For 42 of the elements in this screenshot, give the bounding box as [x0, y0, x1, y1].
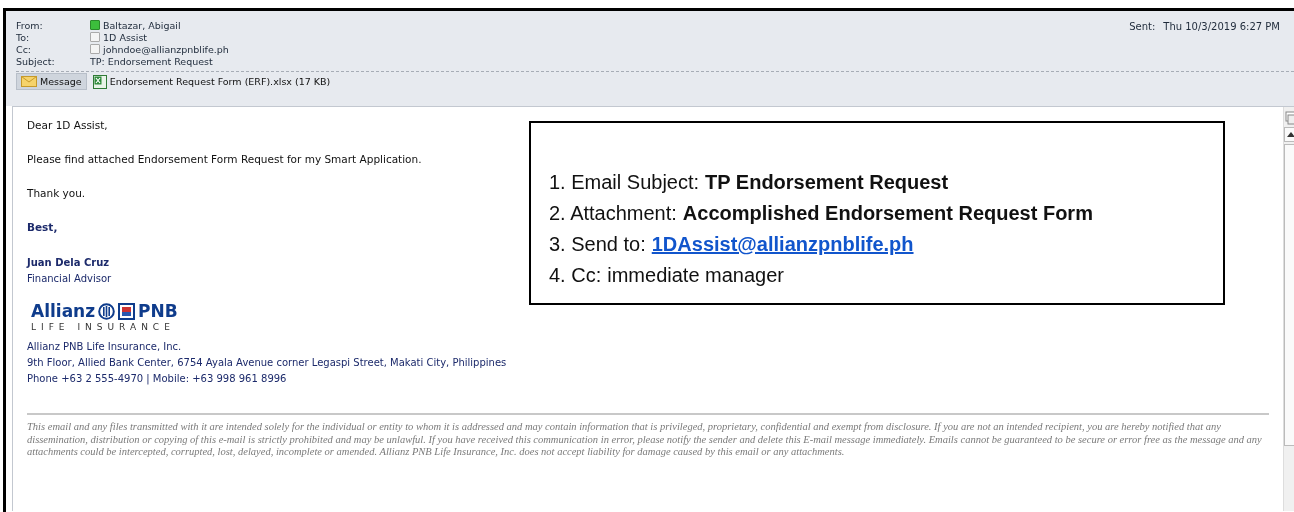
scrollbar[interactable] — [1283, 107, 1294, 511]
spreadsheet-icon — [92, 74, 107, 89]
instruction-value: Accomplished Endorsement Request Form — [682, 201, 1093, 226]
signature-name: Juan Dela Cruz — [27, 256, 110, 270]
instruction-value: immediate manager — [607, 263, 784, 288]
logo-text: PNB — [138, 301, 178, 321]
field-value[interactable]: Baltazar, Abigail — [103, 19, 181, 31]
field-label: From: — [16, 19, 44, 31]
logo-subtitle: LIFE INSURANCE — [31, 321, 176, 333]
sent-date: Thu 10/3/2019 6:27 PM — [1163, 21, 1280, 32]
envelope-icon — [21, 76, 37, 87]
field-label: To: — [16, 31, 31, 43]
eagle-emblem-icon — [98, 302, 116, 320]
up-arrow-icon — [1287, 132, 1294, 137]
company-name: Allianz PNB Life Insurance, Inc. — [27, 340, 182, 354]
instruction-label: 4. Cc: — [549, 263, 602, 288]
instruction-label: 2. Attachment: — [549, 201, 677, 226]
message-tab[interactable]: Message — [16, 73, 87, 90]
phone-numbers: Phone +63 2 555-4970 | Mobile: +63 998 961 8996 — [27, 372, 287, 387]
sidebar-toggle-icon[interactable] — [1285, 111, 1294, 125]
body-text: Please find attached Endorsement Form Request for my Smart Application. — [27, 153, 423, 165]
bank-emblem-icon — [118, 302, 136, 320]
disclaimer-text: This email and any files transmitted with it are intended solely for the individual or entity to whom it is addressed and may contain information that is privileged, proprietary, confidential and exempt from disclosure. If you are not an intended recipient, you are hereby notified that any dissemination, distribution or copying of this e-mail is strictly prohibited and may be unlawful. If you have received this communication in error, please notify the sender and delete this E-mail message immediately. Emails cannot be guaranteed to be secure or error free as the message and any attachments could be intercepted, corrupted, lost, delayed, incomplete or amended. Allianz PNB Life Insurance, Inc. does not accept liability for damage caused by this email or any attachments. — [27, 421, 1263, 459]
instruction-label: 1. Email Subject: — [549, 170, 700, 195]
message-tab[interactable]: Endorsement Request Form (ERF).xlsx (17 KB) — [88, 73, 335, 90]
scroll-up-button[interactable] — [1284, 127, 1294, 142]
field-label: Cc: — [16, 43, 33, 55]
signature-title: Financial Advisor — [27, 272, 112, 286]
field-value: TP: Endorsement Request — [90, 55, 213, 67]
field-value[interactable]: 1D Assist — [103, 31, 148, 43]
scroll-thumb[interactable] — [1284, 144, 1294, 446]
greeting-text: Dear 1D Assist, — [27, 119, 109, 131]
field-label: Subject: — [16, 55, 56, 67]
closing-text: Best, — [27, 221, 59, 233]
instruction-label: 3. Send to: — [549, 232, 646, 257]
field-value[interactable]: johndoe@allianzpnblife.ph — [103, 43, 229, 55]
company-address: 9th Floor, Allied Bank Center, 6754 Ayala Avenue corner Legaspi Street, Makati City, Philippines — [27, 356, 507, 370]
thanks-text: Thank you. — [27, 187, 87, 199]
email-link[interactable]: 1DAssist@allianzpnblife.ph — [651, 229, 914, 260]
sent-label: Sent: — [1129, 21, 1156, 32]
instruction-value: TP Endorsement Request — [705, 170, 949, 195]
logo-text: Allianz — [31, 301, 96, 321]
